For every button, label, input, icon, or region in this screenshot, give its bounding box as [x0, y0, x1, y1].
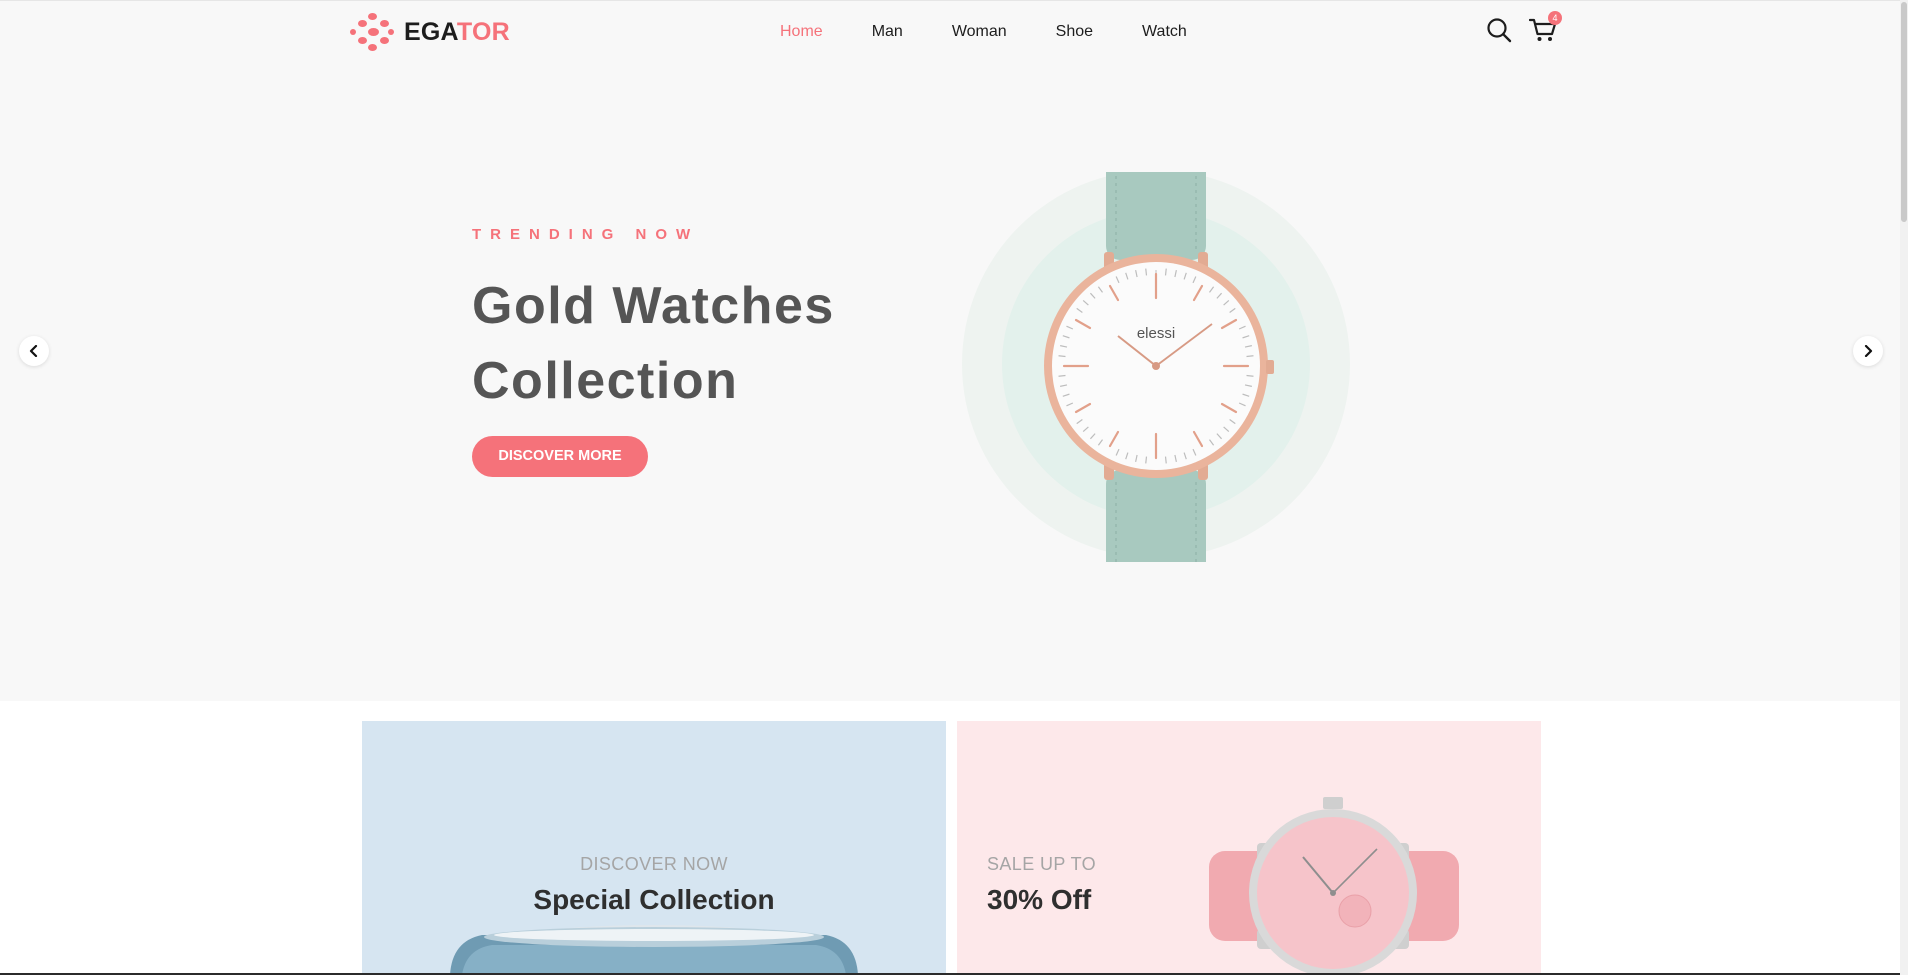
search-button[interactable] [1484, 15, 1514, 45]
watch-minute-tick [1058, 355, 1066, 358]
watch-minute-tick [1145, 268, 1148, 276]
logo-text: EGATOR [404, 18, 510, 47]
chevron-right-icon [1864, 345, 1873, 357]
special-collection-banner[interactable]: DISCOVER NOW Special Collection [362, 721, 946, 975]
watch-minute-tick [1058, 374, 1066, 377]
hero-eyebrow: TRENDING NOW [472, 226, 700, 243]
hero-title: Gold Watches Collection [472, 277, 835, 410]
logo-text-part2: TOR [456, 17, 510, 46]
sale-banner[interactable]: SALE UP TO 30% Off [957, 721, 1541, 975]
logo[interactable]: EGATOR [350, 11, 510, 53]
nav-item-shoe[interactable]: Shoe [1056, 23, 1093, 41]
page: EGATOR Home Man Woman Shoe Watch 4 TREND… [0, 0, 1908, 975]
slider-prev-button[interactable] [19, 336, 49, 366]
search-icon [1487, 18, 1512, 43]
watch-brand-text: elessi [1137, 325, 1175, 342]
nav-item-man[interactable]: Man [872, 23, 903, 41]
watch-minute-tick [1246, 374, 1254, 377]
page-scrollbar[interactable] [1900, 0, 1908, 975]
nav-item-woman[interactable]: Woman [952, 23, 1007, 41]
cart-button[interactable]: 4 [1528, 11, 1562, 45]
scrollbar-thumb[interactable] [1901, 2, 1907, 222]
hero-slider: TRENDING NOW Gold Watches Collection DIS… [0, 62, 1908, 701]
pink-watch-image [1209, 797, 1459, 975]
watch-minute-tick [1164, 268, 1167, 276]
nav-item-home[interactable]: Home [780, 23, 823, 41]
hero-watch-image: elessi [960, 148, 1350, 588]
logo-text-part1: EGA [404, 17, 457, 46]
main-nav: Home Man Woman Shoe Watch [760, 1, 1236, 63]
blue-watch-image [450, 925, 858, 975]
site-header: EGATOR Home Man Woman Shoe Watch 4 [0, 0, 1908, 62]
slider-next-button[interactable] [1853, 336, 1883, 366]
logo-dots-icon [350, 11, 394, 53]
chevron-left-icon [29, 345, 38, 357]
watch-minute-tick [1145, 456, 1148, 464]
watch-minute-tick [1164, 456, 1167, 464]
discover-more-button[interactable]: DISCOVER MORE [472, 436, 648, 477]
nav-item-watch[interactable]: Watch [1142, 23, 1187, 41]
header-actions: 4 [1484, 11, 1562, 45]
watch-minute-tick [1246, 355, 1254, 358]
cart-count-badge: 4 [1548, 11, 1562, 25]
